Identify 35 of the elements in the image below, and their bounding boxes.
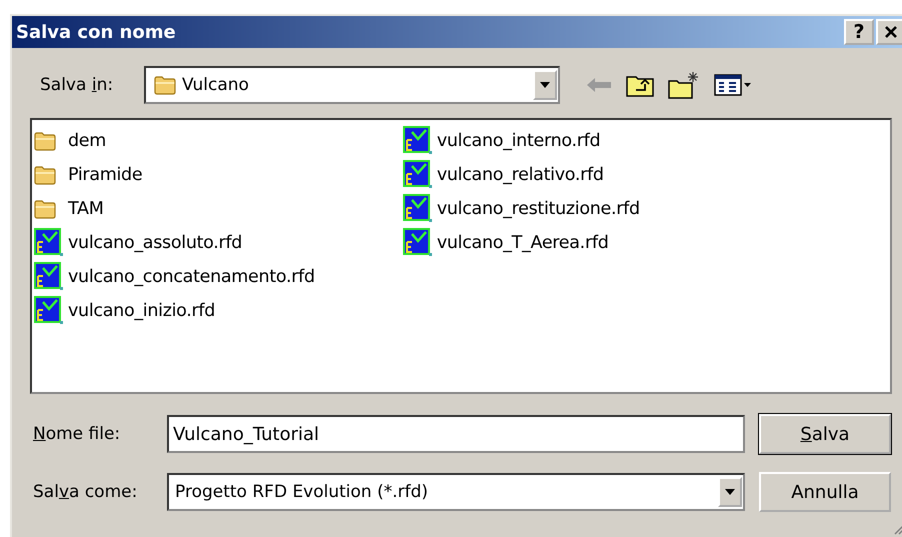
document-icon [34,262,64,292]
file-name[interactable]: vulcano_inizio.rfd [68,301,216,321]
cancel-button[interactable]: Annulla [759,472,891,512]
document-icon [34,228,64,258]
folder-icon [34,131,56,151]
close-icon [884,26,898,38]
document-icon [402,228,433,258]
file-name[interactable]: dem [68,131,106,151]
document-icon [402,126,433,156]
document-icon [34,296,64,326]
file-name[interactable]: vulcano_interno.rfd [436,131,600,151]
folder-dropdown[interactable]: Vulcano [144,66,560,104]
file-name[interactable]: vulcano_assoluto.rfd [68,233,242,253]
view-menu-icon[interactable] [714,74,752,96]
folder-icon [154,75,176,95]
save-in-label: Salva in: [40,75,114,95]
file-name[interactable]: Piramide [68,165,142,185]
file-name[interactable]: vulcano_concatenamento.rfd [68,267,315,287]
new-folder-icon[interactable] [668,71,700,99]
window-title: Salva con nome [16,22,176,42]
file-name-label: Nome file: [33,424,122,444]
folder-icon [34,199,56,219]
document-icon [402,160,433,190]
save-as-label: Salva come: [33,482,138,502]
file-name[interactable]: vulcano_restituzione.rfd [436,199,640,219]
document-icon [402,194,433,224]
file-name-field[interactable]: Vulcano_Tutorial [167,415,745,453]
help-button[interactable]: ? [844,19,874,45]
file-name[interactable]: TAM [68,199,104,219]
file-name[interactable]: vulcano_relativo.rfd [436,165,604,185]
close-button[interactable] [876,19,902,45]
save-button[interactable]: Salva [759,414,891,454]
file-type-dropdown[interactable]: Progetto RFD Evolution (*.rfd) [167,473,745,511]
file-name[interactable]: vulcano_T_Aerea.rfd [436,233,609,253]
folder-icon [34,165,56,185]
